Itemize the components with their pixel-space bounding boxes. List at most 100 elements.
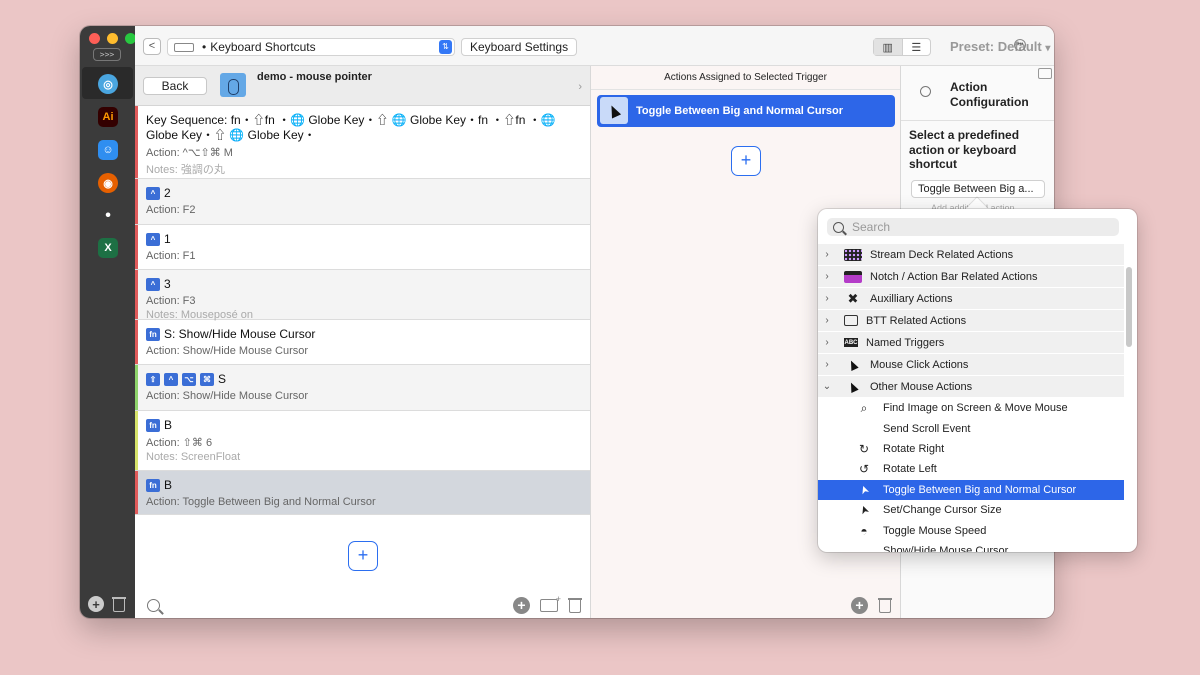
- trigger-row[interactable]: Key Sequence: fn・⇧fn ・🌐 Globe Key・⇧ 🌐 Gl…: [135, 106, 590, 179]
- modifier-key-icon: ^: [146, 233, 160, 246]
- add-app-button[interactable]: +: [88, 596, 104, 612]
- category-named-triggers[interactable]: › ABC Named Triggers: [818, 332, 1124, 354]
- category-auxilliary-actions[interactable]: › ✖ Auxilliary Actions: [818, 288, 1124, 310]
- trigger-row[interactable]: ^ 1 Action: F1: [135, 225, 590, 270]
- close-button[interactable]: [89, 33, 100, 44]
- trigger-color-indicator: [135, 179, 138, 224]
- modifier-key-icon: fn: [146, 479, 160, 492]
- category-mouse-click-actions[interactable]: › Mouse Click Actions: [818, 354, 1124, 376]
- trigger-row[interactable]: fn B Action: ⇧⌘ 6 Notes: ScreenFloat: [135, 411, 590, 471]
- big-cursor-icon: [600, 97, 628, 124]
- chevron-right-icon: ›: [825, 315, 829, 326]
- delete-action-icon[interactable]: [878, 597, 892, 613]
- config-options-icon: [920, 86, 931, 97]
- chevron-right-icon: ›: [825, 359, 829, 370]
- action-picker-popover: Search › Stream Deck Related Actions › Notc…: [818, 209, 1137, 552]
- modifier-key-icon: fn: [146, 328, 160, 341]
- action-option[interactable]: ↺ Rotate Left: [818, 459, 1124, 479]
- firefox-app-icon[interactable]: ◉: [98, 173, 118, 193]
- delete-app-icon[interactable]: [112, 596, 126, 612]
- speedometer-icon: ◓: [860, 523, 868, 538]
- action-option[interactable]: ◓ Toggle Mouse Speed: [818, 520, 1124, 540]
- keyboard-settings-button[interactable]: Keyboard Settings: [461, 38, 578, 56]
- sidebar-footer: +: [88, 596, 126, 612]
- action-option-label: Rotate Right: [883, 442, 945, 455]
- trigger-action-label: Action: F3: [146, 295, 196, 307]
- detach-panel-icon[interactable]: [1038, 68, 1052, 79]
- illustrator-app-icon[interactable]: Ai: [98, 107, 118, 127]
- category-label: Auxilliary Actions: [870, 292, 953, 305]
- globe-app-icon[interactable]: ◎: [98, 74, 118, 94]
- more-options-icon[interactable]: •••: [1014, 39, 1026, 51]
- excel-app-icon[interactable]: X: [98, 238, 118, 258]
- trigger-shortcut: fn B: [146, 478, 580, 493]
- chevron-right-icon: ›: [825, 337, 829, 348]
- minimize-button[interactable]: [107, 33, 118, 44]
- assigned-actions-title: Actions Assigned to Selected Trigger: [591, 66, 900, 90]
- trigger-shortcut-label: B: [164, 478, 173, 492]
- delete-trigger-icon[interactable]: [568, 597, 582, 613]
- blank-icon: [856, 544, 872, 552]
- action-option[interactable]: ⌕ Find Image on Screen & Move Mouse: [818, 398, 1124, 418]
- trigger-color-indicator: [135, 320, 138, 364]
- trigger-shortcut-label: S: [218, 372, 227, 386]
- trigger-shortcut: ^ 2: [146, 186, 580, 201]
- add-folder-icon[interactable]: [540, 594, 561, 612]
- action-option[interactable]: ➤ Toggle Between Big and Normal Cursor: [818, 479, 1124, 500]
- list-view-icon[interactable]: ☰: [903, 39, 931, 55]
- chevron-right-icon: ›: [578, 81, 582, 93]
- assigned-action-row[interactable]: Toggle Between Big and Normal Cursor: [597, 95, 895, 127]
- category-stream-deck-related-actions[interactable]: › Stream Deck Related Actions: [818, 244, 1124, 266]
- trigger-shortcut-label: S: Show/Hide Mouse Cursor: [164, 327, 316, 341]
- action-option[interactable]: Send Scroll Event: [818, 418, 1124, 438]
- app-sidebar: >>> ◎ Ai ☺ ◉ • X +: [80, 26, 136, 618]
- view-mode-segmented[interactable]: ▥ ☰: [873, 38, 931, 56]
- preset-selector[interactable]: Preset: Default ▾: [950, 39, 1050, 54]
- action-option[interactable]: Show/Hide Mouse Cursor: [818, 541, 1124, 552]
- category-notch-action-bar-related-actions[interactable]: › Notch / Action Bar Related Actions: [818, 266, 1124, 288]
- trigger-action-label: Action: ⇧⌘ 6: [146, 437, 213, 449]
- search-field[interactable]: Search: [827, 218, 1119, 236]
- category-label: BTT Related Actions: [866, 314, 967, 327]
- scrollbar[interactable]: [1126, 267, 1132, 347]
- add-action-button[interactable]: +: [731, 146, 761, 176]
- cursor-icon: [844, 358, 862, 371]
- group-title: demo - mouse pointer: [257, 71, 372, 83]
- search-icon: [833, 221, 844, 233]
- nav-back-button[interactable]: <: [143, 38, 161, 55]
- category-other-mouse-actions[interactable]: ⌄ Other Mouse Actions: [818, 376, 1124, 398]
- add-trigger-button[interactable]: +: [348, 541, 378, 571]
- add-icon[interactable]: +: [851, 596, 868, 614]
- trigger-row[interactable]: ^ 2 Action: F2: [135, 179, 590, 225]
- search-icon[interactable]: [147, 598, 160, 612]
- column-view-icon[interactable]: ▥: [874, 39, 903, 55]
- action-option[interactable]: ↻ Rotate Right: [818, 439, 1124, 459]
- config-header: Action Configuration: [901, 66, 1054, 121]
- magnifier-icon: ⌕: [860, 400, 868, 415]
- trigger-row[interactable]: ⇧ ^ ⌥ ⌘ S Action: Show/Hide Mouse Cursor: [135, 365, 590, 411]
- expand-sidebar-button[interactable]: >>>: [93, 48, 121, 61]
- window-controls: [89, 33, 136, 44]
- trigger-color-indicator: [135, 106, 138, 178]
- action-type-dropdown[interactable]: Toggle Between Big a...: [911, 180, 1045, 198]
- trigger-row[interactable]: ^ 3 Action: F3 Notes: Mouseposé on: [135, 270, 590, 321]
- cursor-icon: [844, 380, 862, 393]
- trigger-row[interactable]: fn B Action: Toggle Between Big and Normal…: [135, 471, 590, 515]
- abc-icon: ABC: [844, 338, 858, 347]
- back-button[interactable]: Back: [143, 77, 207, 95]
- blank-icon: [856, 422, 872, 436]
- chevron-down-icon: ▾: [1045, 43, 1051, 54]
- action-option[interactable]: ➤ Set/Change Cursor Size: [818, 500, 1124, 520]
- group-folder-icon: [220, 73, 246, 97]
- finder-app-icon[interactable]: ☺: [98, 140, 118, 160]
- big-cursor-icon: ➤: [857, 503, 872, 517]
- trigger-row[interactable]: fn S: Show/Hide Mouse Cursor Action: Show/…: [135, 320, 590, 365]
- trigger-type-select[interactable]: • Keyboard Shortcuts ⇅: [167, 38, 455, 56]
- trigger-type-bullet: •: [202, 40, 207, 54]
- add-icon[interactable]: +: [513, 596, 530, 614]
- assigned-action-label: Toggle Between Big and Normal Cursor: [636, 105, 843, 117]
- trigger-list-header: Back demo - mouse pointer ›: [135, 66, 590, 106]
- dot-app-icon[interactable]: •: [98, 206, 118, 226]
- category-btt-related-actions[interactable]: › BTT Related Actions: [818, 310, 1124, 332]
- trigger-shortcut-label: 3: [164, 277, 171, 291]
